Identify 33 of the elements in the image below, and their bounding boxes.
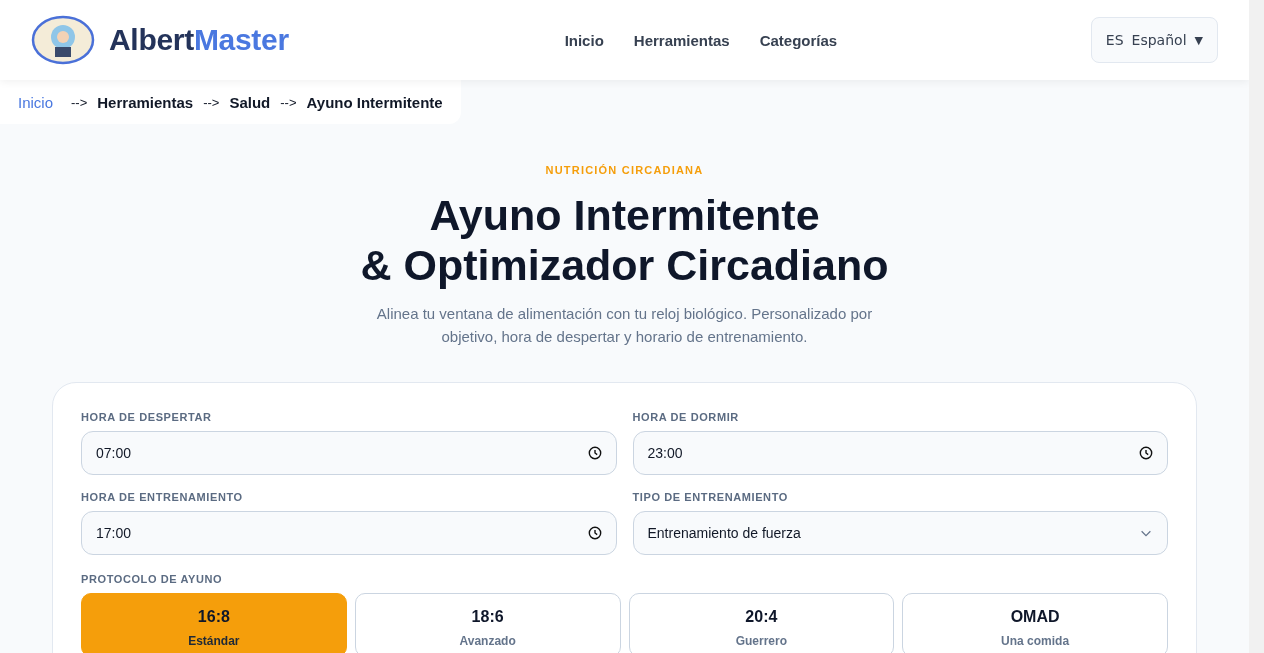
clock-icon: [587, 526, 602, 540]
breadcrumb-item: Ayuno Intermitente: [306, 93, 443, 111]
select-field[interactable]: Entrenamiento de fuerza: [632, 511, 1168, 555]
language-selector[interactable]: ES Español ▼: [1090, 17, 1218, 63]
protocol-option[interactable]: OMAD Una comida: [902, 593, 1168, 653]
time-field[interactable]: 17:00: [81, 511, 617, 555]
protocol-option[interactable]: 20:4 Guerrero: [628, 593, 895, 653]
breadcrumb-separator: -->: [71, 94, 88, 110]
field-label: TIPO DE ENTRENAMIENTO: [632, 491, 789, 503]
breadcrumb-separator: -->: [280, 94, 297, 110]
breadcrumb-item: Herramientas: [97, 93, 194, 111]
page-title: & Optimizador Circadiano: [359, 240, 890, 290]
page-title: Ayuno Intermitente: [428, 190, 821, 240]
protocol-option[interactable]: 18:6 Avanzado: [354, 593, 621, 653]
clock-icon: [587, 446, 602, 460]
field-label: HORA DE DORMIR: [632, 411, 740, 423]
subtitle: Alinea tu ventana de alimentación con tu reloj biológico. Personalizado por objetivo, hora de despertar y horario de entrenamiento.: [375, 304, 874, 347]
field-label: HORA DE ENTRENAMIENTO: [81, 491, 244, 503]
nav-link[interactable]: Inicio: [564, 31, 604, 49]
breadcrumb-separator: -->: [203, 94, 220, 110]
brand-name[interactable]: AlbertMaster: [109, 23, 289, 57]
eyebrow-label: NUTRICIÓN CIRCADIANA: [544, 164, 705, 176]
breadcrumb-item: Salud: [229, 93, 271, 111]
time-field[interactable]: 23:00: [632, 431, 1168, 475]
logo-icon[interactable]: [31, 15, 95, 65]
protocol-option[interactable]: 16:8 Estándar: [81, 593, 347, 653]
nav-link[interactable]: Herramientas: [633, 31, 730, 49]
field-label: HORA DE DESPERTAR: [81, 411, 213, 423]
breadcrumb-link[interactable]: Inicio: [18, 93, 54, 111]
nav-link[interactable]: Categorías: [759, 31, 838, 49]
field-label: PROTOCOLO DE AYUNO: [81, 573, 224, 585]
clock-icon: [1139, 446, 1153, 460]
time-field[interactable]: 07:00: [81, 431, 617, 475]
